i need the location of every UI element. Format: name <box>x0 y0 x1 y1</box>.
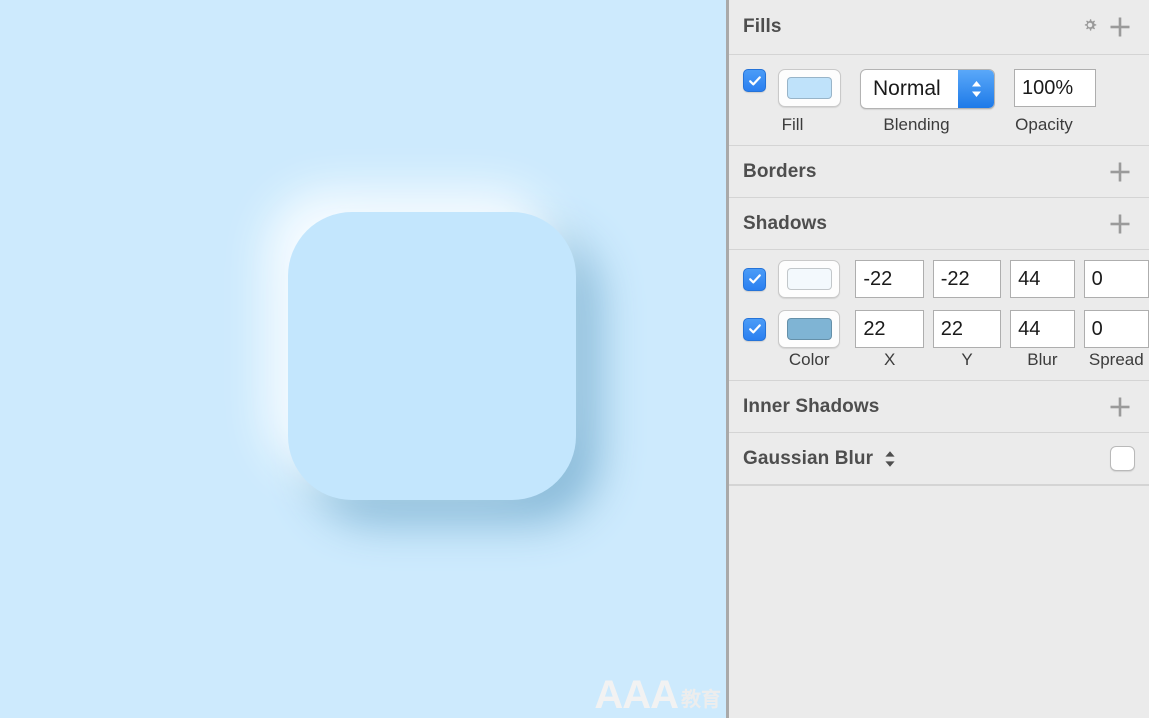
shadow-0-x-field[interactable]: -22 <box>855 260 924 298</box>
add-shadow-plus-icon[interactable] <box>1105 209 1135 239</box>
shadow-0-color-swatch[interactable] <box>778 260 841 298</box>
shadow-captions-row: Color X Y Blur Spread <box>729 350 1149 380</box>
blur-type-chevron-updown-icon[interactable] <box>883 448 897 470</box>
caption-fill: Fill <box>781 115 804 134</box>
fill-color-swatch[interactable] <box>778 69 841 107</box>
caption-shadow-y: Y <box>961 350 973 369</box>
caption-shadow-color: Color <box>788 350 830 369</box>
caption-opacity: Opacity <box>1015 115 1073 134</box>
shadow-0-spread-value: 0 <box>1091 267 1103 290</box>
section-header-shadows[interactable]: Shadows <box>729 198 1149 250</box>
shadow-0-enabled-checkbox[interactable] <box>743 267 766 291</box>
shadow-1-x-value: 22 <box>863 317 886 340</box>
design-canvas[interactable]: AAA 教育 <box>0 0 729 718</box>
add-inner-shadow-plus-icon[interactable] <box>1105 392 1135 422</box>
fill-blending-stepper-icon[interactable] <box>958 70 994 108</box>
fill-enabled-checkbox[interactable] <box>743 69 766 92</box>
fill-color-swatch-inner <box>787 77 832 99</box>
caption-shadow-x: X <box>883 350 896 369</box>
shadow-1-blur-value: 44 <box>1018 317 1041 340</box>
shadow-0-spread-field[interactable]: 0 <box>1083 260 1149 298</box>
fill-blending-mode-value: Normal <box>873 77 941 100</box>
shadow-0-y-value: -22 <box>940 267 970 290</box>
shadow-1-spread-value: 0 <box>1091 317 1103 340</box>
divider-after-gaussian-blur <box>729 485 1149 486</box>
section-title-inner-shadows: Inner Shadows <box>743 395 880 417</box>
shadow-1-x-field[interactable]: 22 <box>855 310 924 348</box>
section-header-fills: Fills <box>729 0 1149 55</box>
canvas-rounded-rectangle-shape[interactable] <box>288 212 576 500</box>
shadow-1-color-swatch[interactable] <box>778 310 841 348</box>
shadow-row-0: -22 -22 44 0 <box>729 250 1149 308</box>
fill-opacity-value: 100% <box>1022 76 1074 99</box>
section-title-fills: Fills <box>743 16 782 37</box>
app-root: AAA 教育 Fills Normal 100% Fill Blending O… <box>0 0 1152 718</box>
gear-icon[interactable] <box>1075 12 1105 42</box>
fill-opacity-field[interactable]: 100% <box>1014 69 1096 107</box>
shadow-0-blur-field[interactable]: 44 <box>1010 260 1075 298</box>
shadow-1-y-field[interactable]: 22 <box>932 310 1002 348</box>
shadow-1-enabled-checkbox[interactable] <box>743 317 766 341</box>
shadow-0-y-field[interactable]: -22 <box>932 260 1002 298</box>
section-header-gaussian-blur[interactable]: Gaussian Blur <box>729 433 1149 485</box>
watermark-cjk-text: 教育 <box>681 687 721 711</box>
add-fill-plus-icon[interactable] <box>1105 12 1135 42</box>
section-header-borders[interactable]: Borders <box>729 146 1149 198</box>
shadow-1-color-swatch-inner <box>786 318 832 340</box>
section-title-gaussian-blur: Gaussian Blur <box>743 447 874 469</box>
section-header-inner-shadows[interactable]: Inner Shadows <box>729 381 1149 433</box>
fill-blending-mode-popup[interactable]: Normal <box>860 69 995 109</box>
shadow-0-x-value: -22 <box>863 267 893 290</box>
fill-captions-row: Fill Blending Opacity <box>729 115 1149 145</box>
caption-shadow-blur: Blur <box>1027 350 1058 369</box>
caption-shadow-spread: Spread <box>1088 350 1144 369</box>
shadow-row-1: 22 22 44 0 <box>729 308 1149 350</box>
fill-row: Normal 100% <box>729 55 1149 115</box>
caption-blending: Blending <box>883 115 950 134</box>
section-title-shadows: Shadows <box>743 212 828 234</box>
watermark-latin-text: AAA <box>594 673 679 717</box>
shadow-1-y-value: 22 <box>940 317 963 340</box>
add-border-plus-icon[interactable] <box>1105 157 1135 187</box>
watermark: AAA 教育 <box>594 673 721 717</box>
shadow-1-spread-field[interactable]: 0 <box>1083 310 1149 348</box>
shadow-0-color-swatch-inner <box>786 268 832 290</box>
inspector-panel: Fills Normal 100% Fill Blending Opacity … <box>729 0 1149 718</box>
section-title-borders: Borders <box>743 160 817 182</box>
shadow-1-blur-field[interactable]: 44 <box>1010 310 1075 348</box>
shadow-0-blur-value: 44 <box>1018 267 1041 290</box>
gaussian-blur-enabled-checkbox[interactable] <box>1110 446 1135 471</box>
